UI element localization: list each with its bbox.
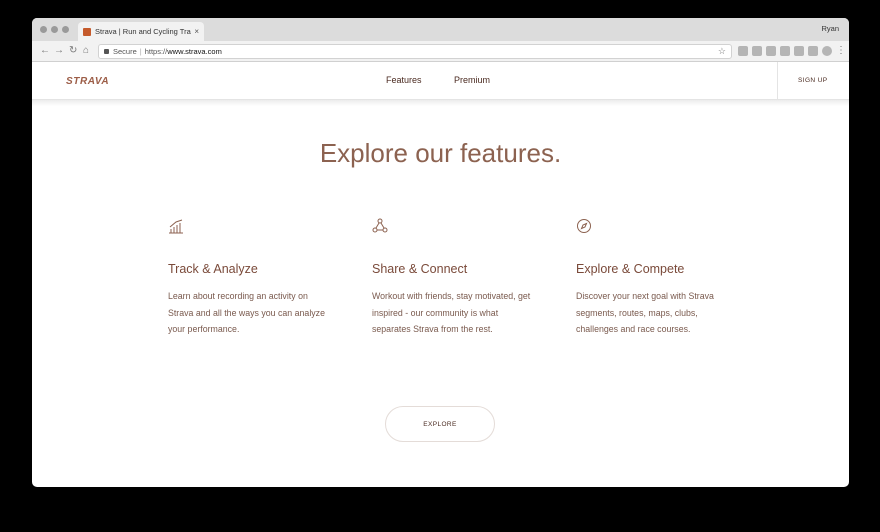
bookmark-star-icon[interactable]: ☆ [718, 46, 726, 57]
browser-toolbar: ← → ↻ ⌂ Secure | https:// www.strava.com… [32, 41, 849, 62]
tab-strip: Strava | Run and Cycling Track × Ryan [32, 18, 849, 41]
url-domain: www.strava.com [167, 47, 222, 56]
address-bar[interactable]: Secure | https:// www.strava.com ☆ [98, 44, 732, 59]
back-icon[interactable]: ← [40, 45, 50, 57]
forward-icon[interactable]: → [54, 45, 64, 57]
extension-icon[interactable] [766, 46, 776, 56]
strava-logo[interactable]: STRAVA [66, 76, 109, 87]
home-icon[interactable]: ⌂ [83, 45, 89, 57]
secure-label: Secure [113, 47, 137, 56]
bar-chart-icon [169, 219, 183, 234]
compass-icon [577, 219, 591, 233]
strava-favicon-icon [83, 27, 91, 36]
feature-title: Explore & Compete [576, 262, 685, 276]
feature-track-analyze: Track & Analyze Learn about recording an… [168, 218, 328, 338]
extension-icon[interactable] [794, 46, 804, 56]
header-shadow [32, 100, 849, 106]
feature-share-connect: Share & Connect Workout with friends, st… [372, 218, 532, 338]
share-network-icon [372, 218, 388, 233]
nav-features-link[interactable]: Features [386, 75, 422, 85]
extension-icon[interactable] [738, 46, 748, 56]
browser-window: Strava | Run and Cycling Track × Ryan ← … [32, 18, 849, 487]
extension-icon[interactable] [752, 46, 762, 56]
profile-name[interactable]: Ryan [821, 24, 839, 33]
feature-description: Learn about recording an activity on Str… [168, 291, 325, 334]
profile-avatar-icon[interactable] [822, 46, 832, 56]
lock-icon [104, 49, 109, 54]
feature-title: Share & Connect [372, 262, 468, 276]
menu-kebab-icon[interactable]: ⋮ [836, 45, 846, 57]
extension-icon[interactable] [780, 46, 790, 56]
header-divider [777, 62, 778, 100]
tab-title: Strava | Run and Cycling Track [95, 27, 192, 36]
sign-up-link[interactable]: SIGN UP [798, 77, 828, 84]
separator: | [139, 47, 142, 56]
site-header: STRAVA Features Premium SIGN UP [32, 62, 849, 100]
minimize-window-button[interactable] [51, 26, 58, 33]
reload-icon[interactable]: ↻ [69, 45, 77, 57]
feature-description: Workout with friends, stay motivated, ge… [372, 291, 531, 334]
feature-description: Discover your next goal with Strava segm… [576, 291, 714, 334]
feature-explore-compete: Explore & Compete Discover your next goa… [576, 218, 736, 338]
explore-button[interactable]: EXPLORE [385, 406, 495, 442]
browser-tab[interactable]: Strava | Run and Cycling Track × [78, 22, 204, 41]
nav-premium-link[interactable]: Premium [454, 75, 490, 85]
url-scheme: https:// [144, 47, 168, 56]
zoom-window-button[interactable] [62, 26, 69, 33]
feature-title: Track & Analyze [168, 262, 258, 276]
extension-icon[interactable] [808, 46, 818, 56]
close-window-button[interactable] [40, 26, 47, 33]
page-title: Explore our features. [319, 138, 562, 168]
tab-close-icon[interactable]: × [194, 27, 199, 36]
